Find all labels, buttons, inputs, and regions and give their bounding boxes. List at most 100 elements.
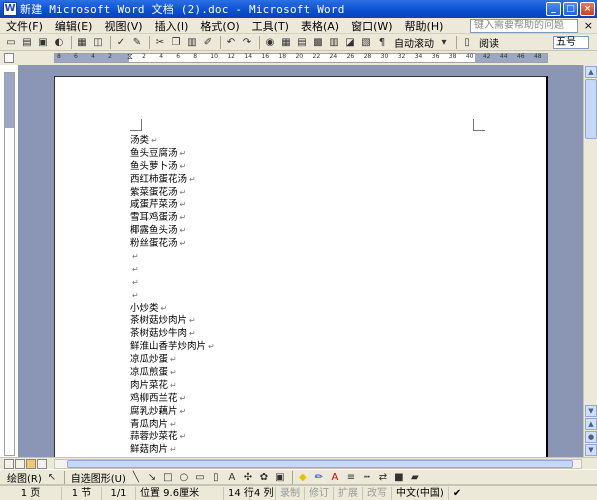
maximize-button[interactable]: □ [563, 2, 578, 16]
vertical-ruler[interactable] [4, 72, 15, 456]
textbox-icon[interactable]: ▭ [193, 471, 207, 484]
menu-file[interactable]: 文件(F) [0, 18, 49, 34]
picture-icon[interactable]: ▣ [273, 471, 287, 484]
paragraph-line[interactable]: 青瓜肉片 ↵ [130, 419, 215, 432]
paragraph-line[interactable]: 椰露鱼头汤 ↵ [130, 225, 215, 238]
rectangle-tool-icon[interactable]: □ [161, 471, 175, 484]
print-icon[interactable]: ▦ [75, 36, 89, 49]
cut-icon[interactable]: ✂ [153, 36, 167, 49]
oval-tool-icon[interactable]: ○ [177, 471, 191, 484]
help-search-input[interactable]: 键入需要帮助的问题 [470, 19, 578, 33]
wordart-icon[interactable]: A [225, 471, 239, 484]
next-page-button[interactable]: ▼ [585, 444, 597, 456]
close-button[interactable]: × [580, 2, 595, 16]
previous-page-button[interactable]: ▲ [585, 418, 597, 430]
paragraph-line[interactable]: 鸡柳西兰花 ↵ [130, 393, 215, 406]
scroll-down-button[interactable]: ▼ [585, 405, 597, 417]
format-painter-icon[interactable]: ✐ [201, 36, 215, 49]
paragraph-line[interactable]: 鲜淮山香芋炒肉片 ↵ [130, 341, 215, 354]
menu-format[interactable]: 格式(O) [194, 18, 245, 34]
horizontal-scrollbar[interactable] [54, 459, 582, 469]
web-view-button[interactable] [15, 459, 25, 469]
redo-icon[interactable]: ↷ [240, 36, 254, 49]
paragraph-line[interactable]: 腐乳炒藕片 ↵ [130, 406, 215, 419]
line-color-icon[interactable]: ✏ [312, 471, 326, 484]
menu-view[interactable]: 视图(V) [98, 18, 148, 34]
tables-borders-icon[interactable]: ▦ [279, 36, 293, 49]
dropdown-arrow-icon[interactable]: ▾ [437, 36, 451, 49]
paragraph-line[interactable]: ↵ [130, 264, 215, 277]
minimize-button[interactable]: _ [546, 2, 561, 16]
drawing-icon[interactable]: ◪ [343, 36, 357, 49]
paragraph-line[interactable]: 汤类 ↵ [130, 135, 215, 148]
menu-help[interactable]: 帮助(H) [399, 18, 450, 34]
status-ovr[interactable]: 改写 [363, 486, 392, 500]
insert-table-icon[interactable]: ▤ [295, 36, 309, 49]
print-preview-icon[interactable]: ◫ [91, 36, 105, 49]
new-document-icon[interactable]: ▭ [4, 36, 18, 49]
document-map-icon[interactable]: ▧ [359, 36, 373, 49]
font-color-icon[interactable]: A [328, 471, 342, 484]
read-icon[interactable]: ▯ [460, 36, 474, 49]
paragraph-line[interactable]: 咸蛋芹菜汤 ↵ [130, 199, 215, 212]
show-hide-icon[interactable]: ¶ [375, 36, 389, 49]
paragraph-line[interactable]: 粉丝蛋花汤 ↵ [130, 238, 215, 251]
paragraph-line[interactable]: 蒜蓉炒菜花 ↵ [130, 431, 215, 444]
menu-tools[interactable]: 工具(T) [246, 18, 295, 34]
menu-window[interactable]: 窗口(W) [345, 18, 398, 34]
hyperlink-icon[interactable]: ◉ [263, 36, 277, 49]
paragraph-line[interactable]: 茶树菇炒牛肉 ↵ [130, 328, 215, 341]
clipart-icon[interactable]: ✿ [257, 471, 271, 484]
insert-excel-icon[interactable]: ▩ [311, 36, 325, 49]
shadow-icon[interactable]: ■ [392, 471, 406, 484]
line-style-icon[interactable]: ≡ [344, 471, 358, 484]
status-trk[interactable]: 修订 [305, 486, 334, 500]
status-ext[interactable]: 扩展 [334, 486, 363, 500]
close-document-button[interactable]: × [584, 19, 593, 32]
autoshapes-menu-button[interactable]: 自选图形(U) [71, 470, 126, 485]
font-size-select[interactable]: 五号 [553, 36, 589, 49]
spelling-icon[interactable]: ✓ [114, 36, 128, 49]
arrow-style-icon[interactable]: ⇄ [376, 471, 390, 484]
horizontal-ruler[interactable]: 8 6 4 2 2 4 6 8 10 12 14 16 18 20 22 24 26 28 30 32 34 36 38 40… [54, 52, 548, 63]
reading-layout-button[interactable]: 阅读 [479, 35, 499, 50]
tab-selector[interactable] [4, 53, 14, 63]
menu-table[interactable]: 表格(A) [295, 18, 345, 34]
diagram-icon[interactable]: ✣ [241, 471, 255, 484]
save-icon[interactable]: ▣ [36, 36, 50, 49]
paragraph-line[interactable]: 鲜菇肉片 ↵ [130, 444, 215, 457]
vertical-textbox-icon[interactable]: ▯ [209, 471, 223, 484]
document-page[interactable]: 汤类 ↵ 鱼头豆腐汤 ↵ 鱼头萝卜汤 ↵ 西红柿蛋花汤 ↵ 紫菜蛋花汤 ↵ 咸蛋芹菜汤 ↵ 雪耳鸡蛋汤 ↵… [54, 76, 548, 457]
outline-view-button[interactable] [37, 459, 47, 469]
line-tool-icon[interactable]: ╲ [129, 471, 143, 484]
arrow-tool-icon[interactable]: ↘ [145, 471, 159, 484]
spelling-status-icon[interactable]: ✔ [449, 487, 465, 500]
menu-edit[interactable]: 编辑(E) [49, 18, 99, 34]
select-objects-icon[interactable]: ↖ [45, 471, 59, 484]
menu-insert[interactable]: 插入(I) [149, 18, 195, 34]
research-icon[interactable]: ✎ [130, 36, 144, 49]
document-body[interactable]: 汤类 ↵ 鱼头豆腐汤 ↵ 鱼头萝卜汤 ↵ 西红柿蛋花汤 ↵ 紫菜蛋花汤 ↵ 咸蛋芹菜汤 ↵ 雪耳鸡蛋汤 ↵… [130, 135, 215, 457]
paragraph-line[interactable]: ↵ [130, 251, 215, 264]
paragraph-line[interactable]: 茶树菇炒肉片 ↵ [130, 315, 215, 328]
horizontal-scroll-thumb[interactable] [67, 460, 573, 468]
open-folder-icon[interactable]: ▤ [20, 36, 34, 49]
indent-marker-icon[interactable]: ⧖ [127, 52, 133, 62]
columns-icon[interactable]: ▥ [327, 36, 341, 49]
paragraph-line[interactable]: 西红柿蛋花汤 ↵ [130, 174, 215, 187]
paragraph-line[interactable]: 鱼头豆腐汤 ↵ [130, 148, 215, 161]
vertical-scroll-thumb[interactable] [585, 79, 597, 139]
paragraph-line[interactable]: 肉片菜花 ↵ [130, 380, 215, 393]
paste-icon[interactable]: ▥ [185, 36, 199, 49]
paragraph-line[interactable]: ↵ [130, 277, 215, 290]
paragraph-line[interactable]: 小炒类 ↵ [130, 303, 215, 316]
dash-style-icon[interactable]: ┅ [360, 471, 374, 484]
paragraph-line[interactable]: 凉瓜炒蛋 ↵ [130, 354, 215, 367]
draw-menu-button[interactable]: 绘图(R) [7, 470, 42, 485]
3d-icon[interactable]: ▰ [408, 471, 422, 484]
normal-view-button[interactable] [4, 459, 14, 469]
paragraph-line[interactable]: 雪耳鸡蛋汤 ↵ [130, 212, 215, 225]
select-browse-object-button[interactable]: ● [585, 431, 597, 443]
vertical-scrollbar[interactable]: ▲ ▼ ▲ ● ▼ [583, 65, 597, 457]
scroll-up-button[interactable]: ▲ [585, 66, 597, 78]
